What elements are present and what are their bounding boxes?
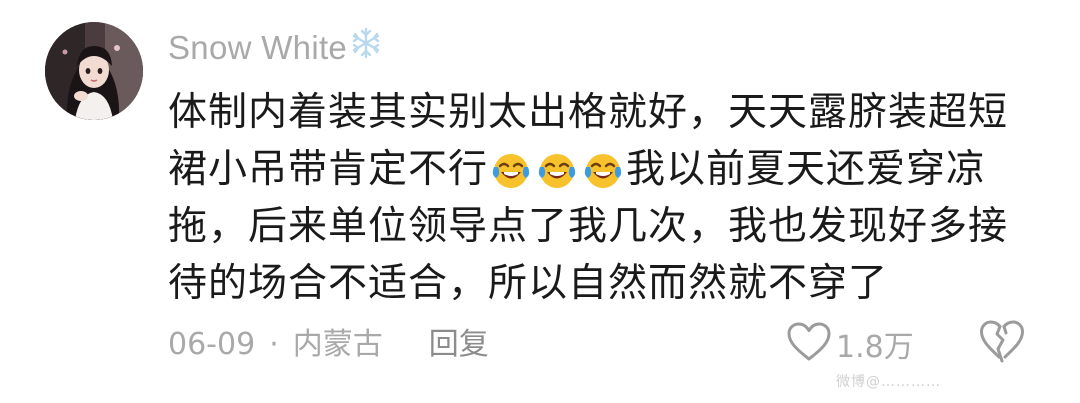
comment-line-2: 裙小吊带肯定不行 我以前夏天还爱穿凉 [168,141,1048,198]
heart-outline-icon [786,321,832,367]
meta-separator: · [269,327,279,362]
reply-button[interactable]: 回复 [429,327,489,362]
laughing-crying-emoji-icon [537,149,577,189]
comment-location: 内蒙古 [292,327,383,362]
comment-line-3: 拖，后来单位领导点了我几次，我也发现好多接 [168,204,1009,249]
dislike-button[interactable] [978,319,1026,369]
laughing-crying-emoji-icon [491,149,531,189]
watermark: 微博@………… [836,374,941,390]
comment-line-2-start: 裙小吊带肯定不行 [168,147,489,192]
avatar-illustration [45,22,143,120]
like-count: 1.8万 [836,330,914,365]
like-button[interactable]: 1.8万 [786,319,914,369]
comment-line-4: 待的场合不适合，所以自然而然就不穿了 [168,261,889,306]
username[interactable]: Snow White [168,26,383,69]
avatar[interactable] [45,22,143,120]
comment-text: 体制内着装其实别太出格就好，天天露脐装超短 裙小吊带肯定不行 我以前夏天还爱穿凉 … [168,84,1048,312]
laughing-crying-emoji-icon [583,149,623,189]
comment-card: Snow White 体制内着装其实别太出格就好，天天露脐装超短 裙小吊带肯定不… [0,0,1080,403]
comment-date: 06-09 [168,327,256,362]
broken-heart-icon [978,320,1026,369]
snowflake-icon [349,26,383,69]
comment-line-2-end: 我以前夏天还爱穿凉 [626,147,987,192]
username-text: Snow White [168,29,348,66]
comment-meta: 06-09 · 内蒙古 回复 [168,323,489,367]
comment-line-1: 体制内着装其实别太出格就好，天天露脐装超短 [168,90,1009,135]
